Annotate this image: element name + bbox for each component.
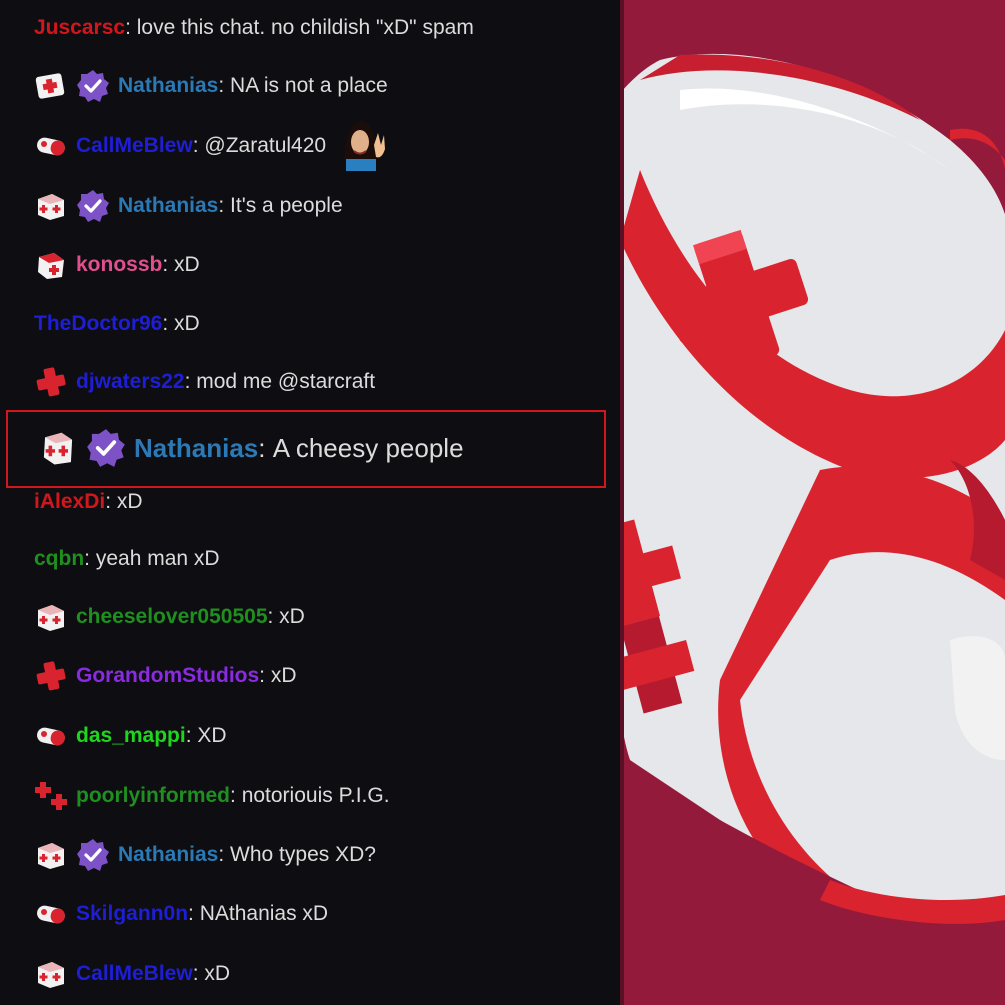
chat-message: Skilgann0n: NAthanias xD — [34, 894, 328, 934]
chat-separator: : — [192, 134, 205, 157]
medkit-artwork — [620, 0, 1005, 1005]
pill-badge-icon[interactable] — [34, 129, 68, 163]
chat-username[interactable]: Nathanias — [118, 74, 218, 98]
chat-message: Nathanias: NA is not a place — [34, 66, 388, 106]
chat-message-text: @Zaratul420 — [204, 134, 327, 157]
pill-badge-icon[interactable] — [34, 897, 68, 931]
pill-badge-icon[interactable] — [34, 719, 68, 753]
medbox-badge-icon[interactable] — [34, 189, 68, 223]
chat-message: TheDoctor96: xD — [34, 304, 200, 344]
chat-separator: : — [218, 194, 231, 217]
chat-username[interactable]: Juscarsc — [34, 16, 125, 40]
chat-panel: Juscarsc: love this chat. no childish "x… — [0, 0, 620, 1005]
chat-username[interactable]: TheDoctor96 — [34, 312, 162, 336]
chat-username[interactable]: Skilgann0n — [76, 902, 188, 926]
chat-message-text: Who types XD? — [230, 843, 376, 866]
chat-message-text: NAthanias xD — [199, 902, 329, 925]
medbox-badge-icon[interactable] — [34, 957, 68, 991]
chat-separator: : — [230, 784, 242, 807]
medbox-badge-icon[interactable] — [34, 838, 68, 872]
verified-check-badge-icon[interactable] — [76, 838, 110, 872]
chat-message: das_mappi: XD — [34, 716, 227, 756]
chat-message: konossb: xD — [34, 245, 200, 285]
chat-separator: : — [84, 547, 96, 570]
red-cross-badge-icon[interactable] — [34, 365, 68, 399]
medbox-badge-icon[interactable] — [34, 600, 68, 634]
chat-separator: : — [218, 843, 231, 866]
chat-separator: : — [162, 253, 175, 276]
chat-username[interactable]: das_mappi — [76, 724, 186, 748]
chat-separator: : — [188, 902, 200, 925]
chat-message: CallMeBlew: xD — [34, 954, 230, 994]
chat-message-text: mod me @starcraft — [196, 370, 376, 393]
chat-separator: : — [192, 962, 205, 985]
chat-message: Nathanias: Who types XD? — [34, 835, 376, 875]
chat-message-text: It's a people — [230, 194, 343, 217]
chat-separator: : — [259, 664, 271, 687]
chat-message-text: notoriouis P.I.G. — [241, 784, 390, 807]
chat-message-text: xD — [270, 664, 297, 687]
chat-message-text: NA is not a place — [230, 74, 388, 97]
medbox-badge-icon[interactable] — [34, 248, 68, 282]
chat-message-text: yeah man xD — [95, 547, 220, 570]
chat-username[interactable]: cqbn — [34, 547, 84, 571]
double-cross-badge-icon[interactable] — [34, 779, 68, 813]
chat-username[interactable]: CallMeBlew — [76, 134, 193, 158]
chat-message: GorandomStudios: xD — [34, 656, 297, 696]
chat-message-text: xD — [174, 253, 200, 276]
chat-message-text: XD — [197, 724, 227, 747]
chat-separator: : — [267, 605, 280, 628]
chat-separator: : — [105, 490, 117, 513]
chat-username[interactable]: djwaters22 — [76, 370, 185, 394]
chat-message: cqbn: yeah man xD — [34, 539, 220, 579]
chat-separator: : — [218, 74, 231, 97]
chat-message-text: xD — [204, 962, 231, 985]
chat-username[interactable]: poorlyinformed — [76, 784, 230, 808]
chat-message: Nathanias: It's a people — [34, 186, 343, 226]
chat-username[interactable]: iAlexDi — [34, 490, 105, 514]
highlight-box — [6, 410, 606, 488]
chat-message: Juscarsc: love this chat. no childish "x… — [34, 8, 474, 48]
chat-username[interactable]: GorandomStudios — [76, 664, 259, 688]
chat-username[interactable]: Nathanias — [118, 843, 218, 867]
medkit-badge-icon[interactable] — [34, 69, 68, 103]
waving-woman-emote — [334, 115, 391, 177]
chat-username[interactable]: cheeselover050505 — [76, 605, 268, 629]
chat-separator: : — [184, 370, 197, 393]
chat-message: djwaters22: mod me @starcraft — [34, 362, 375, 402]
chat-message: cheeselover050505: xD — [34, 597, 305, 637]
chat-username[interactable]: konossb — [76, 253, 162, 277]
chat-username[interactable]: Nathanias — [118, 194, 218, 218]
chat-separator: : — [185, 724, 198, 747]
chat-username[interactable]: CallMeBlew — [76, 962, 193, 986]
verified-check-badge-icon[interactable] — [76, 69, 110, 103]
chat-separator: : — [125, 16, 137, 39]
chat-message: iAlexDi: xD — [34, 482, 143, 522]
chat-message-text: love this chat. no childish "xD" spam — [136, 16, 474, 39]
chat-message-text: xD — [279, 605, 305, 628]
chat-message: poorlyinformed: notoriouis P.I.G. — [34, 776, 390, 816]
chat-message: CallMeBlew: @Zaratul420 — [34, 115, 391, 171]
verified-check-badge-icon[interactable] — [76, 189, 110, 223]
chat-message-text: xD — [174, 312, 200, 335]
red-cross-badge-icon[interactable] — [34, 659, 68, 693]
chat-message-text: xD — [116, 490, 143, 513]
chat-separator: : — [162, 312, 175, 335]
